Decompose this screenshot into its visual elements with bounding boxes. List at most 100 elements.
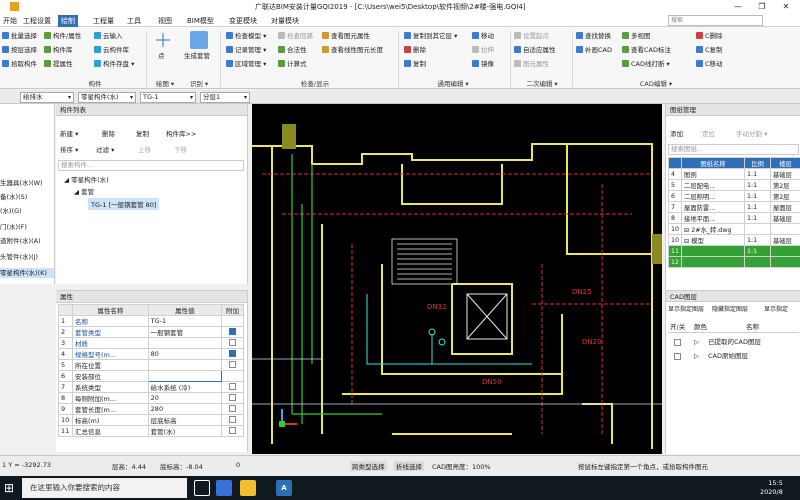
new-component-button[interactable]: 新建 ▾ [60, 128, 78, 140]
component-type-select[interactable]: 零星构件(水) [78, 92, 136, 103]
layer-toggle[interactable] [674, 353, 681, 360]
c-delete-button[interactable]: C删除 [696, 31, 723, 41]
property-extra[interactable] [221, 359, 244, 371]
drawing-search-input[interactable]: 搜索图纸... [668, 144, 799, 155]
component-select[interactable]: TG-1 [140, 92, 196, 103]
show-specified-button[interactable]: 显示指定 [764, 304, 788, 316]
component-save-button[interactable]: 构件存盘 ▾ [94, 59, 134, 69]
generate-sleeve-icon[interactable] [190, 31, 208, 49]
layer-row[interactable]: ▷ 已提取的CAD图层 [668, 336, 799, 349]
view-cad-annotation-button[interactable]: 查看CAD标注 [622, 45, 671, 55]
cross-type-select-button[interactable]: 跨类型选择 [350, 461, 387, 471]
component-library-link[interactable]: 构件库>> [166, 128, 196, 140]
property-value[interactable]: 层底标高 [147, 414, 223, 426]
drawing-row[interactable]: 12 [667, 256, 800, 268]
drawing-row[interactable]: 5 二层配电... 1:1 第2层 [667, 179, 800, 191]
hide-layer-button[interactable]: 隐藏指定图层 [712, 304, 748, 316]
component-property-button[interactable]: 构件/属性 [44, 31, 81, 41]
nav-item[interactable]: 生器具(水)(W) [0, 178, 43, 188]
tab-tools[interactable]: 工具 [124, 15, 144, 27]
point-icon[interactable] [156, 33, 170, 47]
property-value[interactable]: 给水系统 (冷) [147, 381, 223, 393]
extra-checkbox[interactable] [229, 361, 236, 368]
copy-component-button[interactable]: 复制 [136, 128, 149, 140]
batch-select-button[interactable]: 批量选择 [2, 31, 37, 41]
property-row[interactable]: 2 套管类型 一般钢套管 [58, 326, 244, 338]
nav-item[interactable]: 备(水)(S) [0, 192, 27, 202]
filter-button[interactable]: 过滤 ▾ [96, 144, 114, 156]
extra-checkbox[interactable] [229, 328, 236, 335]
property-value[interactable] [147, 359, 223, 371]
check-circuit-button[interactable]: 检查回路 [278, 31, 313, 41]
tab-draw[interactable]: 绘制 [58, 15, 78, 27]
taskbar-search-input[interactable]: 在这里输入你要搜索的内容 [22, 478, 187, 498]
tab-reconcile-module[interactable]: 对量模块 [268, 15, 302, 27]
extra-checkbox[interactable] [229, 427, 236, 434]
move-down-button[interactable]: 下移 [174, 144, 187, 156]
minimize-button[interactable]: — [726, 0, 750, 14]
property-extra[interactable] [221, 392, 244, 404]
manual-split-button[interactable]: 手动分割 ▾ [736, 128, 767, 140]
find-replace-button[interactable]: 查找替换 [576, 31, 611, 41]
property-row[interactable]: 5 所在位置 [58, 359, 244, 371]
drawing-row[interactable]: 4 图例 1:1 基础层 [667, 168, 800, 180]
property-value[interactable]: 80 [147, 348, 223, 360]
record-management-button[interactable]: 记录管理 ▾ [226, 45, 266, 55]
property-row[interactable]: 3 材质 [58, 337, 244, 349]
extra-checkbox[interactable] [229, 339, 236, 346]
property-extra[interactable] [221, 337, 244, 349]
extra-checkbox[interactable] [229, 405, 236, 412]
extract-property-button[interactable]: 提属性 [44, 59, 73, 69]
property-row[interactable]: 8 每侧附加(m... 20 [58, 392, 244, 404]
property-extra[interactable] [221, 370, 244, 382]
drawing-row[interactable]: 10 ⊟ 模型 1:1 基础层 [667, 234, 800, 246]
clock[interactable]: 15:5 2020/8 [760, 479, 783, 497]
property-row[interactable]: 9 套管长度(m... 280 [58, 403, 244, 415]
pick-component-button[interactable]: 拾取构件 [2, 59, 37, 69]
move-up-button[interactable]: 上移 [138, 144, 151, 156]
property-extra[interactable] [221, 315, 244, 327]
copy-to-other-layer-button[interactable]: 复制到其它层 ▾ [404, 31, 457, 41]
property-extra[interactable] [221, 403, 244, 415]
property-value[interactable]: 280 [147, 403, 223, 415]
delete-button[interactable]: 删除 [404, 45, 426, 55]
check-model-button[interactable]: 检查模型 ▾ [226, 31, 266, 41]
task-view-icon[interactable] [194, 480, 210, 496]
property-value[interactable]: 套管(水) [147, 425, 223, 437]
browser-icon[interactable] [216, 480, 232, 496]
tab-start[interactable]: 开始 [0, 15, 20, 27]
area-management-button[interactable]: 区域管理 ▾ [226, 59, 266, 69]
draw-cad-button[interactable]: 补画CAD [576, 45, 612, 55]
layer-row[interactable]: ▷ CAD原始图层 [668, 350, 799, 363]
folder-icon[interactable] [240, 480, 256, 496]
tab-quantity[interactable]: 工程量 [90, 15, 117, 27]
extra-checkbox[interactable] [229, 416, 236, 423]
property-value[interactable] [147, 370, 223, 382]
property-value[interactable]: 20 [147, 392, 223, 404]
tab-project-settings[interactable]: 工程设置 [20, 15, 54, 27]
legality-button[interactable]: 合法性 [278, 45, 307, 55]
discipline-select[interactable]: 给排水 [20, 92, 74, 103]
gqi-app-icon[interactable]: A [276, 480, 292, 496]
property-row[interactable]: 10 标高(m) 层底标高 [58, 414, 244, 426]
nav-item[interactable]: (水)(G) [0, 206, 22, 216]
windows-start-icon[interactable]: ⊞ [4, 480, 20, 496]
drawing-canvas[interactable]: DN32 DN25 DN20 DN50 [252, 104, 662, 454]
nav-item[interactable]: 头管件(水)(J) [0, 252, 38, 262]
maximize-button[interactable]: ❐ [750, 0, 774, 14]
mirror-button[interactable]: 镜像 [472, 59, 494, 69]
cad-line-break-button[interactable]: CAD线打断 ▾ [622, 59, 670, 69]
drawing-row[interactable]: 10 ⊟ 2#水_转.dwg [667, 223, 800, 235]
tree-item-selected[interactable]: TG-1 [一般钢套管 80] [88, 198, 160, 210]
layer-toggle[interactable] [674, 339, 681, 346]
property-value[interactable] [147, 337, 223, 349]
stretch-button[interactable]: 拉伸 [472, 45, 494, 55]
property-row[interactable]: 1 名称 TG-1 [58, 315, 244, 327]
drawing-row[interactable]: 7 屋面防雷... 1:1 屋面层 [667, 201, 800, 213]
move-button[interactable]: 移动 [472, 31, 494, 41]
add-drawing-button[interactable]: 添加 [670, 128, 683, 140]
point-button[interactable]: 点 [158, 51, 165, 61]
set-start-button[interactable]: 设置起点 [514, 31, 549, 41]
layer-select-button[interactable]: 按层选择 [2, 45, 37, 55]
drawing-row[interactable]: 8 接地平面... 1:1 基础层 [667, 212, 800, 224]
